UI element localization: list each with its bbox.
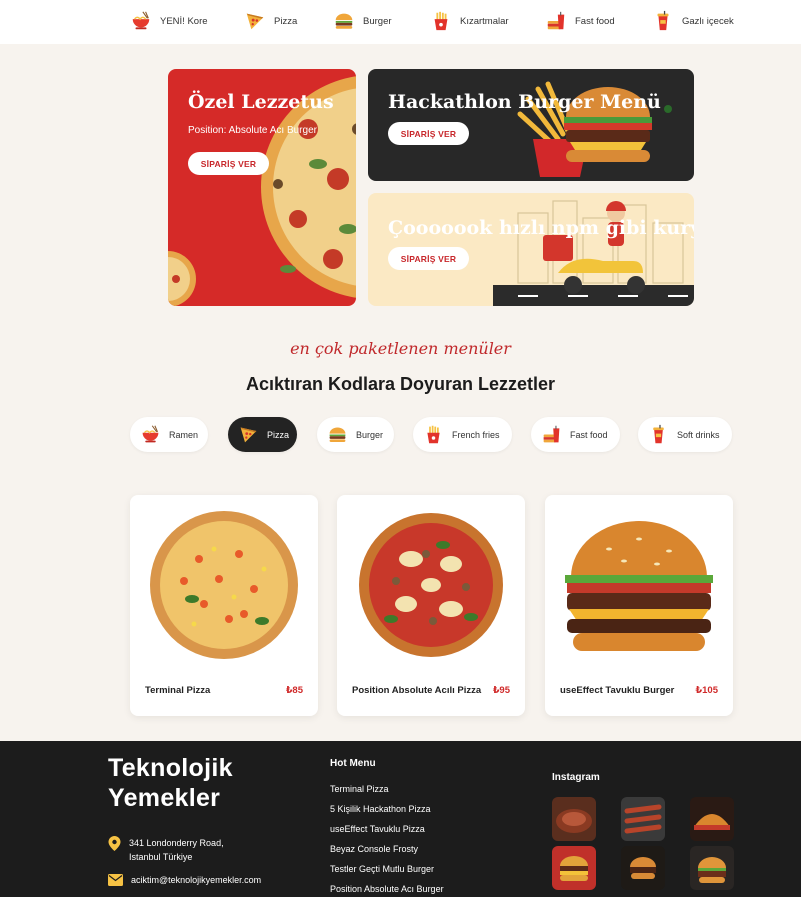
category-label: Pizza xyxy=(267,429,290,440)
nav-item-soda[interactable]: Gazlı içecek xyxy=(652,10,734,32)
instagram-photo[interactable] xyxy=(690,797,734,841)
nav-item-label: Gazlı içecek xyxy=(682,15,734,27)
burger-menu-image xyxy=(517,81,672,177)
category-label: Soft drinks xyxy=(677,429,720,440)
sandwich-image xyxy=(694,814,730,830)
hot-menu-title: Hot Menu xyxy=(330,758,376,769)
brand-line-2: Yemekler xyxy=(108,784,221,812)
fries-icon xyxy=(423,424,444,445)
hero-special-subtitle: Position: Absolute Acı Burger xyxy=(188,125,317,136)
email-address: aciktim@teknolojikyemekler.com xyxy=(131,875,262,885)
nav-item-label: YENİ! Kore xyxy=(160,15,208,27)
hot-menu-link[interactable]: Terminal Pizza xyxy=(330,784,444,804)
hero-card-burger-menu: Hackathlon Burger Menü SİPARİŞ VER xyxy=(368,69,694,181)
soda-icon xyxy=(652,10,674,32)
nav-item-label: Burger xyxy=(363,15,392,27)
kebab-image xyxy=(624,804,662,834)
nav-item-burger[interactable]: Burger xyxy=(333,10,392,32)
nav-item-kore[interactable]: YENİ! Kore xyxy=(130,10,208,32)
product-card-position-absolute-pizza[interactable]: Position Absolute Acılı Pizza ₺95 xyxy=(337,495,525,716)
hero-special-title: Özel Lezzetus xyxy=(188,91,334,113)
burger-image xyxy=(698,857,726,883)
instagram-title: Instagram xyxy=(552,772,600,783)
order-button[interactable]: SİPARİŞ VER xyxy=(388,122,469,145)
product-price: ₺105 xyxy=(695,685,718,696)
category-label: French fries xyxy=(452,429,500,440)
hot-menu-link[interactable]: 5 Kişilik Hackathon Pizza xyxy=(330,804,444,824)
pizza-icon xyxy=(238,424,259,445)
top-category-nav: YENİ! Kore Pizza Burger Kızartmalar Fast… xyxy=(0,0,801,44)
nav-item-label: Kızartmalar xyxy=(460,15,509,27)
burger-image xyxy=(630,857,656,879)
burger-image xyxy=(565,521,713,651)
burger-image xyxy=(560,856,588,881)
address-line-2: Istanbul Türkiye xyxy=(129,852,193,862)
footer-email[interactable]: aciktim@teknolojikyemekler.com xyxy=(108,874,261,886)
burger-icon xyxy=(327,424,348,445)
burger-icon xyxy=(333,10,355,32)
fries-icon xyxy=(430,10,452,32)
pizza-image xyxy=(359,513,503,657)
hot-menu-link[interactable]: Testler Geçti Mutlu Burger xyxy=(330,864,444,884)
category-pill-burger[interactable]: Burger xyxy=(317,417,394,452)
category-pill-ramen[interactable]: Ramen xyxy=(130,417,208,452)
product-card-useeffect-burger[interactable]: useEffect Tavuklu Burger ₺105 xyxy=(545,495,733,716)
footer: Teknolojik Yemekler 341 Londonderry Road… xyxy=(0,741,801,897)
section-title: Acıktıran Kodlara Doyuran Lezzetler xyxy=(245,374,556,394)
mail-icon xyxy=(108,874,123,886)
address-line-1: 341 Londonderry Road, xyxy=(129,838,224,848)
instagram-photo[interactable] xyxy=(552,846,596,890)
product-price: ₺95 xyxy=(492,685,510,696)
instagram-photo[interactable] xyxy=(690,846,734,890)
nav-item-fries[interactable]: Kızartmalar xyxy=(430,10,509,32)
category-pill-soft-drinks[interactable]: Soft drinks xyxy=(638,417,732,452)
instagram-photo[interactable] xyxy=(621,797,665,841)
hot-menu-list: Terminal Pizza 5 Kişilik Hackathon Pizza… xyxy=(330,784,444,897)
fast-food-icon xyxy=(541,424,562,445)
product-name: useEffect Tavuklu Burger xyxy=(560,685,675,696)
soda-icon xyxy=(648,424,669,445)
ramen-icon xyxy=(130,10,152,32)
location-pin-icon xyxy=(108,836,121,851)
category-label: Fast food xyxy=(570,429,608,440)
product-name: Position Absolute Acılı Pizza xyxy=(352,685,482,696)
hot-menu-link[interactable]: Beyaz Console Frosty xyxy=(330,844,444,864)
nav-item-label: Pizza xyxy=(274,15,298,27)
brand-line-1: Teknolojik xyxy=(108,754,233,782)
section-tagline: en çok paketlenen menüler xyxy=(290,339,511,358)
product-name: Terminal Pizza xyxy=(145,685,211,696)
instagram-photo[interactable] xyxy=(552,797,596,841)
category-pill-fast-food[interactable]: Fast food xyxy=(531,417,620,452)
footer-address: 341 Londonderry Road, Istanbul Türkiye xyxy=(108,836,224,864)
hot-menu-link[interactable]: Position Absolute Acı Burger xyxy=(330,884,444,897)
category-label: Ramen xyxy=(169,429,199,440)
hero-card-special: Özel Lezzetus Position: Absolute Acı Bur… xyxy=(168,69,356,306)
nav-item-label: Fast food xyxy=(575,15,615,27)
ramen-icon xyxy=(140,424,161,445)
order-button[interactable]: SİPARİŞ VER xyxy=(188,152,269,175)
order-button[interactable]: SİPARİŞ VER xyxy=(388,247,469,270)
instagram-photo[interactable] xyxy=(621,846,665,890)
pizza-image xyxy=(150,511,298,659)
product-card-terminal-pizza[interactable]: Terminal Pizza ₺85 xyxy=(130,495,318,716)
product-price: ₺85 xyxy=(285,685,303,696)
pizza-edge-image xyxy=(168,251,196,306)
hero-burger-menu-title: Hackathlon Burger Menü xyxy=(388,91,661,113)
hero-delivery-title: Çooooook hızlı npm gibi kurye xyxy=(388,217,694,239)
nav-item-fast-food[interactable]: Fast food xyxy=(545,10,615,32)
fast-food-icon xyxy=(545,10,567,32)
nav-item-pizza[interactable]: Pizza xyxy=(244,10,297,32)
footer-brand: Teknolojik Yemekler xyxy=(108,753,233,813)
category-pill-pizza[interactable]: Pizza xyxy=(228,417,297,452)
category-label: Burger xyxy=(356,429,384,440)
hero-card-delivery: Çooooook hızlı npm gibi kurye SİPARİŞ VE… xyxy=(368,193,694,306)
hot-menu-link[interactable]: useEffect Tavuklu Pizza xyxy=(330,824,444,844)
steak-image xyxy=(556,809,592,833)
category-pill-fries[interactable]: French fries xyxy=(413,417,512,452)
pizza-icon xyxy=(244,10,266,32)
